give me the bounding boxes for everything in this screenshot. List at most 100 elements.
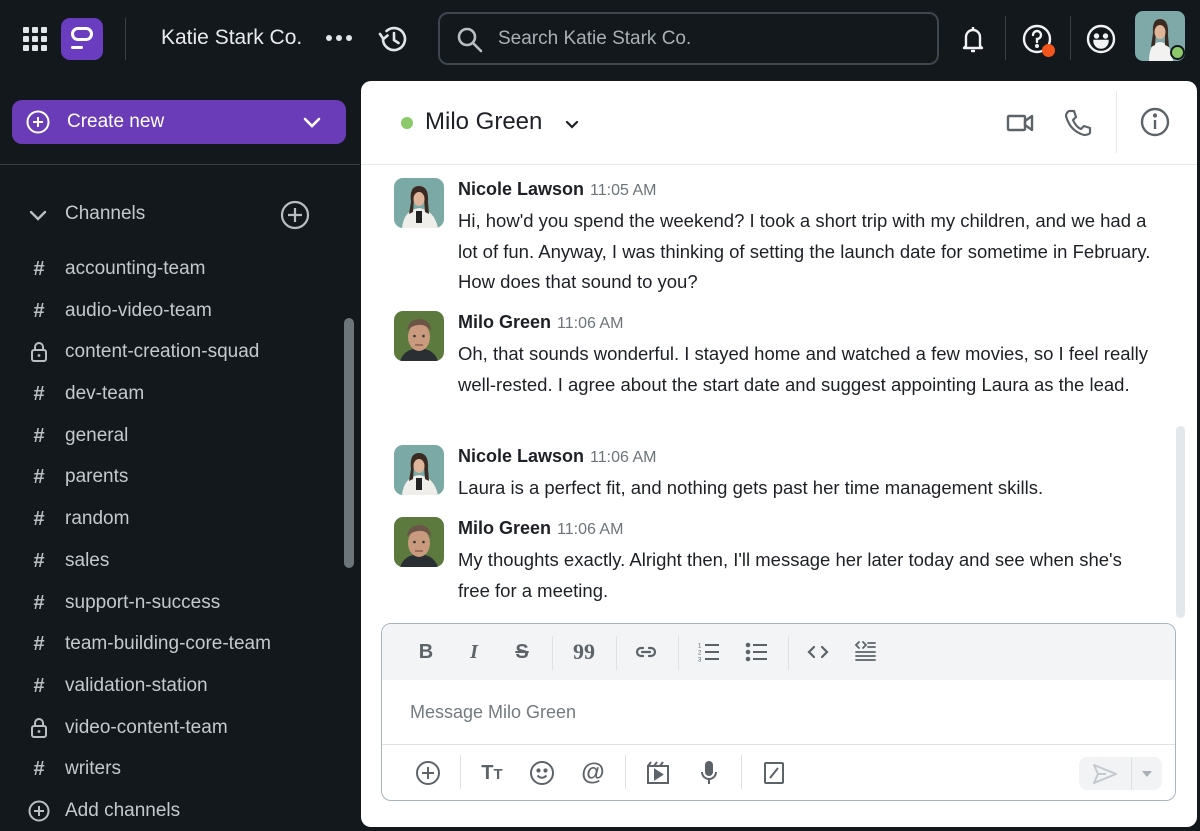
- message-list: Nicole Lawson 11:05 AM Hi, how'd you spend…: [361, 166, 1181, 616]
- search-icon: [457, 27, 483, 53]
- hash-icon: #: [33, 258, 45, 280]
- divider: [625, 755, 626, 789]
- sidebar-channel-team-building-core-team[interactable]: # team-building-core-team: [0, 625, 340, 667]
- channel-name: content-creation-squad: [65, 341, 260, 363]
- slash-command-icon[interactable]: [760, 759, 788, 787]
- timestamp[interactable]: 11:06 AM: [557, 521, 623, 538]
- numbered-list-icon[interactable]: 123: [695, 638, 723, 666]
- messages-scrollbar[interactable]: [1176, 426, 1185, 618]
- author-name[interactable]: Milo Green: [458, 518, 551, 538]
- chat-title[interactable]: Milo Green: [425, 108, 542, 136]
- chat-header: Milo Green: [361, 81, 1197, 165]
- link-icon[interactable]: [632, 638, 660, 666]
- sidebar-channel-sales[interactable]: # sales: [0, 542, 340, 584]
- phone-icon[interactable]: [1062, 107, 1094, 139]
- channel-name: support-n-success: [65, 591, 221, 613]
- divider: [0, 164, 360, 165]
- hash-icon: #: [33, 591, 45, 614]
- sidebar-channel-random[interactable]: # random: [0, 500, 340, 542]
- message-input[interactable]: [410, 699, 1150, 725]
- author-line: Nicole Lawson 11:06 AM: [458, 446, 656, 467]
- channel-name: audio-video-team: [65, 299, 212, 321]
- italic-icon[interactable]: I: [460, 638, 488, 666]
- bell-icon[interactable]: [956, 22, 990, 56]
- more-icon[interactable]: [326, 35, 352, 41]
- search-bar[interactable]: [438, 12, 939, 65]
- add-channel-icon[interactable]: [280, 200, 310, 230]
- send-button[interactable]: [1079, 757, 1131, 790]
- channel-name: validation-station: [65, 674, 208, 696]
- hash-icon: #: [33, 299, 45, 322]
- presence-dot: [1170, 45, 1185, 60]
- history-icon[interactable]: [377, 23, 409, 55]
- hash-icon: #: [33, 633, 45, 656]
- timestamp[interactable]: 11:06 AM: [590, 449, 656, 466]
- code-icon[interactable]: [804, 638, 832, 666]
- sidebar-channel-audio-video-team[interactable]: # audio-video-team: [0, 292, 340, 334]
- strikethrough-icon[interactable]: S: [508, 638, 536, 666]
- author-name[interactable]: Nicole Lawson: [458, 446, 584, 466]
- sidebar-channel-accounting-team[interactable]: # accounting-team: [0, 250, 340, 292]
- bullet-list-icon[interactable]: [743, 638, 771, 666]
- timestamp[interactable]: 11:05 AM: [590, 182, 656, 199]
- hash-icon: #: [33, 549, 45, 572]
- mention-icon[interactable]: @: [579, 759, 607, 787]
- sidebar-channel-validation-station[interactable]: # validation-station: [0, 667, 340, 709]
- send-button-group: [1079, 757, 1162, 790]
- attach-icon[interactable]: [414, 759, 442, 787]
- message-text: Laura is a perfect fit, and nothing gets…: [458, 477, 1044, 498]
- message-text: My thoughts exactly. Alright then, I'll …: [458, 549, 1122, 601]
- author-avatar[interactable]: [394, 445, 444, 495]
- divider: [1070, 16, 1071, 60]
- emoji-icon[interactable]: [528, 759, 556, 787]
- sidebar-channel-parents[interactable]: # parents: [0, 458, 340, 500]
- sidebar-channel-writers[interactable]: # writers: [0, 750, 340, 792]
- chevron-down-icon[interactable]: [302, 112, 322, 132]
- add-channels-button[interactable]: Add channels: [0, 792, 340, 831]
- message-text: Hi, how'd you spend the weekend? I took …: [458, 210, 1151, 292]
- create-new-button[interactable]: Create new: [12, 100, 346, 144]
- code-block-icon[interactable]: [851, 638, 879, 666]
- emoji-status-icon[interactable]: [1084, 22, 1118, 56]
- video-clip-icon[interactable]: [644, 759, 672, 787]
- chevron-down-icon[interactable]: [28, 206, 48, 226]
- send-options-dropdown[interactable]: [1131, 757, 1162, 790]
- channels-section-header[interactable]: Channels: [28, 200, 328, 230]
- sidebar-channel-dev-team[interactable]: # dev-team: [0, 375, 340, 417]
- app-logo[interactable]: [61, 18, 103, 60]
- message-text: Oh, that sounds wonderful. I stayed home…: [458, 343, 1149, 395]
- sidebar-channel-support-n-success[interactable]: # support-n-success: [0, 584, 340, 626]
- composer-actions: TT @: [382, 744, 1175, 800]
- quote-icon[interactable]: 99: [570, 638, 598, 666]
- search-input[interactable]: [498, 24, 918, 54]
- sidebar-channel-video-content-team[interactable]: video-content-team: [0, 709, 340, 751]
- divider: [125, 18, 126, 60]
- author-line: Milo Green 11:06 AM: [458, 312, 623, 333]
- divider: [1116, 91, 1117, 153]
- channel-name: dev-team: [65, 383, 145, 405]
- sidebar-scrollbar[interactable]: [344, 318, 354, 568]
- author-name[interactable]: Milo Green: [458, 312, 551, 332]
- video-call-icon[interactable]: [1004, 107, 1036, 139]
- chat-panel: Milo Green Nicole Lawson 11:05 AM Hi, how'…: [361, 81, 1197, 827]
- timestamp[interactable]: 11:06 AM: [557, 315, 623, 332]
- author-avatar[interactable]: [394, 311, 444, 361]
- divider: [460, 755, 461, 789]
- lock-icon: [28, 341, 50, 363]
- author-name[interactable]: Nicole Lawson: [458, 179, 584, 199]
- author-avatar[interactable]: [394, 178, 444, 228]
- create-new-label: Create new: [67, 111, 165, 132]
- apps-grid-icon[interactable]: [23, 27, 47, 51]
- text-format-icon[interactable]: TT: [478, 759, 506, 787]
- bold-icon[interactable]: B: [412, 638, 440, 666]
- sidebar-channel-content-creation-squad[interactable]: content-creation-squad: [0, 333, 340, 375]
- author-line: Milo Green 11:06 AM: [458, 518, 623, 539]
- microphone-icon[interactable]: [695, 759, 723, 787]
- chevron-down-icon[interactable]: [562, 114, 582, 134]
- author-avatar[interactable]: [394, 517, 444, 567]
- workspace-name[interactable]: Katie Stark Co.: [161, 26, 302, 50]
- top-bar: Katie Stark Co.: [0, 0, 1200, 80]
- channel-name: sales: [65, 549, 110, 571]
- info-icon[interactable]: [1139, 106, 1171, 138]
- sidebar-channel-general[interactable]: # general: [0, 417, 340, 459]
